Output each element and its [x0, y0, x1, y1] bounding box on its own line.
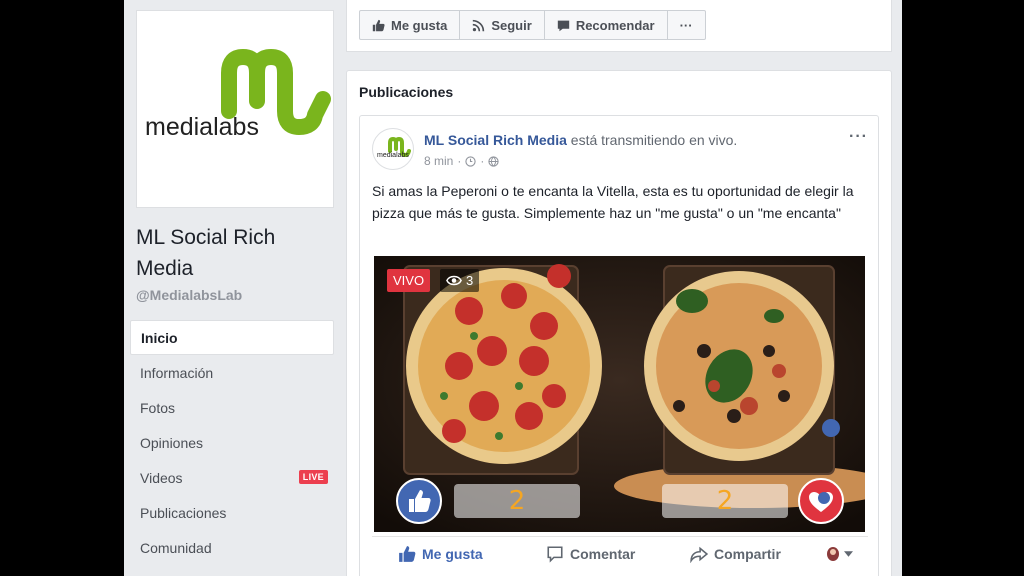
page-action-bar: Me gusta Seguir Recomendar ··· [346, 0, 892, 52]
nav-label: Fotos [140, 399, 176, 416]
post-meta: 8 min · · [424, 154, 499, 168]
svg-text:medialabs: medialabs [377, 152, 409, 159]
action-button-group: Me gusta Seguir Recomendar ··· [359, 10, 706, 40]
post-author-link[interactable]: ML Social Rich Media [424, 132, 567, 148]
recommend-button[interactable]: Recomendar [543, 10, 668, 40]
post-like-button[interactable]: Me gusta [398, 545, 483, 563]
live-indicator: VIVO [387, 269, 431, 292]
clock-icon [465, 155, 476, 167]
like-page-button[interactable]: Me gusta [359, 10, 461, 40]
profile-picture[interactable]: medialabs [136, 10, 334, 208]
author-avatar[interactable]: medialabs [372, 128, 414, 170]
comment-icon [547, 546, 563, 563]
post-header: ML Social Rich Media está transmitiendo … [424, 132, 737, 148]
meta-separator: · [480, 154, 485, 168]
post-action-text: está transmitiendo en vivo. [570, 132, 738, 148]
nav-item-fotos[interactable]: Fotos [130, 390, 334, 425]
globe-icon[interactable] [488, 155, 499, 167]
comment-button[interactable]: Comentar [546, 545, 635, 563]
nav-label: Inicio [141, 329, 178, 346]
post-options-icon[interactable]: ··· [849, 128, 868, 146]
nav-label: Videos [140, 469, 183, 486]
share-icon [690, 546, 708, 563]
thumbs-up-icon [372, 19, 385, 31]
nav-item-opiniones[interactable]: Opiniones [130, 425, 334, 460]
live-badge: LIVE [298, 470, 328, 484]
nav-item-publicaciones[interactable]: Publicaciones [130, 495, 334, 530]
post-time[interactable]: 8 min [424, 154, 453, 168]
rss-icon [473, 19, 485, 31]
speech-bubble-icon [557, 20, 569, 31]
share-label: Compartir [714, 546, 781, 562]
share-button[interactable]: Compartir [690, 545, 781, 563]
logo-wordmark: medialabs [145, 113, 259, 141]
more-icon: ··· [679, 17, 693, 33]
reaction-identity-selector[interactable] [826, 546, 853, 562]
page-handle[interactable]: @MedialabsLab [136, 287, 242, 303]
nav-item-inicio[interactable]: Inicio [130, 320, 334, 355]
viewer-count: 3 [440, 269, 480, 292]
thumbs-up-icon [399, 546, 416, 562]
page-name[interactable]: ML Social Rich Media [136, 222, 336, 284]
post-action-bar: Me gusta Comentar Compartir [372, 536, 868, 572]
live-video[interactable]: VIVO 3 2 2 [374, 256, 865, 532]
like-vote-icon [396, 478, 442, 524]
nav-item-informacion[interactable]: Información [130, 355, 334, 390]
eye-icon [446, 275, 462, 286]
facebook-page: medialabs ML Social Rich Media @Medialab… [124, 0, 902, 576]
nav-label: Comunidad [140, 539, 212, 556]
nav-label: Información [140, 364, 214, 381]
like-page-label: Me gusta [391, 17, 448, 33]
post-like-label: Me gusta [422, 546, 483, 562]
meta-separator: · [457, 154, 462, 168]
post-text: Si amas la Peperoni o te encanta la Vite… [372, 183, 854, 221]
nav-label: Opiniones [140, 434, 204, 451]
live-post: medialabs ML Social Rich Media está tran… [359, 115, 879, 576]
recommend-label: Recomendar [575, 17, 655, 33]
follow-label: Seguir [491, 17, 532, 33]
more-options-button[interactable]: ··· [666, 10, 706, 40]
nav-label: Publicaciones [140, 504, 227, 521]
medialabs-avatar-logo: medialabs [377, 136, 411, 159]
posts-section: Publicaciones medialabs ML Social Rich M… [346, 70, 892, 576]
user-avatar-icon [827, 547, 839, 561]
nav-item-videos[interactable]: Videos LIVE [130, 460, 334, 495]
love-vote-count: 2 [662, 484, 788, 518]
pizza-video-frame [374, 256, 865, 532]
section-title: Publicaciones [359, 84, 454, 100]
viewer-number: 3 [466, 273, 474, 288]
medialabs-logo: medialabs [145, 49, 331, 141]
comment-label: Comentar [570, 546, 636, 562]
follow-button[interactable]: Seguir [459, 10, 545, 40]
chevron-down-icon [844, 551, 853, 557]
nav-item-comunidad[interactable]: Comunidad [130, 530, 334, 565]
love-vote-icon [798, 478, 844, 524]
page-nav: Inicio Información Fotos Opiniones Video… [130, 320, 334, 565]
like-vote-count: 2 [454, 484, 580, 518]
